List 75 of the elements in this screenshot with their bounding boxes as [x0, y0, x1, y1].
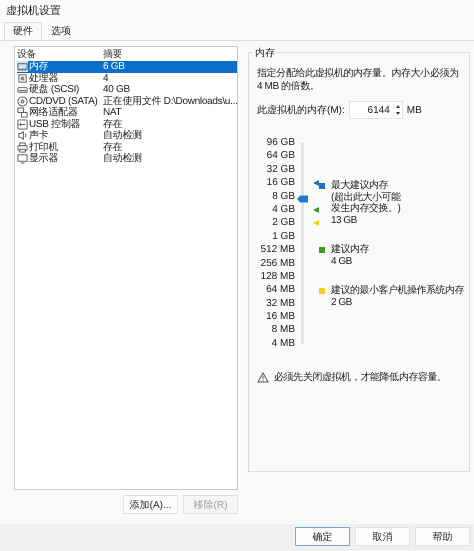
device-row[interactable]: CD/DVD (SATA) 正在使用文件 D:\Downloads\u... [17, 96, 237, 107]
usb-icon [17, 118, 28, 130]
device-row[interactable]: 打印机 存在 [17, 142, 237, 153]
disc-icon [17, 96, 28, 107]
device-name: 声卡 [29, 130, 48, 142]
scale-label: 512 MB [260, 243, 295, 257]
dialog-button[interactable]: 取消 [355, 527, 410, 546]
device-name: 打印机 [29, 142, 58, 153]
device-summary: 自动检测 [103, 153, 143, 164]
device-name: USB 控制器 [29, 118, 80, 130]
device-summary: 自动检测 [103, 130, 143, 142]
device-name: 处理器 [29, 72, 58, 84]
scale-label: 32 MB [265, 296, 295, 310]
device-name: 内存 [29, 61, 48, 72]
column-header: 摘要 [103, 49, 124, 61]
scale-label: 16 GB [266, 176, 295, 190]
device-row[interactable]: 声卡 自动检测 [17, 130, 237, 142]
scale-label: 256 MB [260, 256, 295, 270]
group-title: 内存 [253, 46, 277, 60]
warning-icon [257, 372, 269, 382]
device-summary: 存在 [103, 118, 124, 130]
slider-thumb[interactable] [297, 195, 308, 202]
legend-label: 建议的最小客户机操作系统内存 [331, 285, 464, 296]
description: 指定分配给此虚拟机的内存量。内存大小必须为 4 MB 的倍数。 [257, 67, 460, 93]
device-name: CD/DVD (SATA) [29, 96, 98, 106]
device-summary: 40 GB [103, 84, 131, 96]
scale-label: 128 MB [260, 270, 295, 284]
scale-label: 16 MB [265, 310, 295, 324]
device-row[interactable]: 网络适配器 NAT [17, 107, 237, 118]
scale-label: 96 GB [266, 136, 295, 150]
window-title: 虚拟机设置 [0, 0, 474, 22]
tab[interactable]: 硬件 [4, 22, 42, 40]
legend-value: 2 GB [331, 297, 353, 308]
device-row[interactable]: 硬盘 (SCSI) 40 GB [17, 84, 237, 96]
tab[interactable]: 选项 [42, 22, 80, 40]
device-row[interactable]: 处理器 4 [17, 72, 237, 84]
dialog-button[interactable]: 确定 [295, 527, 350, 546]
device-summary: 4 [103, 72, 110, 84]
scale-label: 8 GB [271, 190, 295, 203]
device-name: 硬盘 (SCSI) [29, 84, 80, 96]
scale-label: 64 MB [265, 283, 295, 297]
legend-label: 最大建议内存 [331, 180, 389, 191]
scale-label: 4 GB [271, 202, 295, 216]
device-name: 网络适配器 [29, 107, 78, 118]
device-summary: 正在使用文件 D:\Downloads\u... [103, 96, 238, 107]
device-summary: 存在 [103, 142, 124, 152]
scale-label: 2 GB [271, 216, 295, 230]
column-header: 设备 [17, 49, 38, 61]
scale-label: 64 GB [266, 149, 295, 163]
monitor-icon [17, 153, 28, 164]
dialog-button[interactable]: 帮助 [415, 527, 470, 546]
memory-icon [17, 61, 28, 72]
device-row[interactable]: 内存 6 GB [17, 61, 237, 72]
network-icon [17, 107, 28, 118]
field-label: 此虚拟机的内存(M): [257, 104, 345, 117]
dialog-button[interactable]: 添加(A)... [123, 495, 178, 514]
device-name: 显示器 [29, 153, 58, 164]
scale-label: 4 MB [270, 336, 295, 350]
speaker-icon [17, 130, 28, 142]
device-summary: 6 GB [103, 61, 126, 72]
memory-spinner[interactable]: 6144 [348, 101, 403, 119]
printer-icon [17, 142, 28, 153]
legend-value: 4 GB [331, 256, 353, 267]
device-row[interactable]: USB 控制器 存在 [17, 118, 237, 130]
device-summary: NAT [103, 107, 122, 118]
legend-note: (超出此大小可能发生内存交换。) [331, 192, 402, 214]
scale-label: 32 GB [266, 162, 295, 176]
unit-label: MB [406, 104, 422, 116]
legend-value: 13 GB [331, 215, 358, 226]
legend-label: 建议内存 [331, 244, 370, 255]
chip-icon [17, 72, 28, 84]
scale-label: 8 MB [270, 323, 295, 337]
scale-label: 1 GB [271, 230, 295, 244]
warning-text: 必须先关闭虚拟机，才能降低内存容量。 [274, 370, 447, 384]
device-row[interactable]: 显示器 自动检测 [17, 153, 237, 164]
